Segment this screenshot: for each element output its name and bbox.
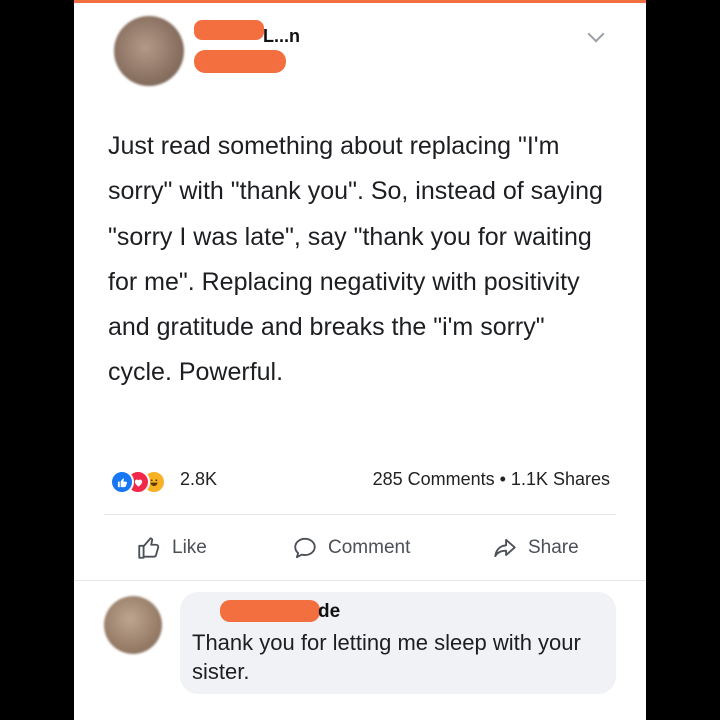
commenter-avatar[interactable] [104,596,162,654]
like-button[interactable]: Like [136,530,207,566]
share-label: Share [528,537,579,558]
like-label: Like [172,537,207,558]
post-meta-redaction [194,50,286,73]
commenter-name-redaction [220,600,320,622]
divider [104,514,616,515]
commenter-name[interactable]: de [318,601,340,623]
author-name-redaction [194,20,264,40]
like-reaction-icon [110,470,134,494]
post-text: Just read something about replacing "I'm… [108,132,603,387]
comments-shares-count[interactable]: 285 Comments • 1.1K Shares [373,469,610,490]
chevron-down-icon[interactable] [587,25,605,43]
divider [74,580,646,581]
share-button[interactable]: Share [492,530,579,566]
post-card: L...n Just read something about replacin… [74,0,646,720]
comment-text: Thank you for letting me sleep with your… [192,630,581,684]
top-accent-bar [74,0,646,3]
author-avatar[interactable] [114,16,184,86]
comment-icon [294,537,316,559]
share-icon [494,538,516,558]
author-name[interactable]: L...n [263,26,300,47]
comment-button[interactable]: Comment [292,530,410,566]
reaction-count: 2.8K [180,469,218,489]
thumbs-up-icon [138,537,160,559]
comment-label: Comment [328,537,411,558]
